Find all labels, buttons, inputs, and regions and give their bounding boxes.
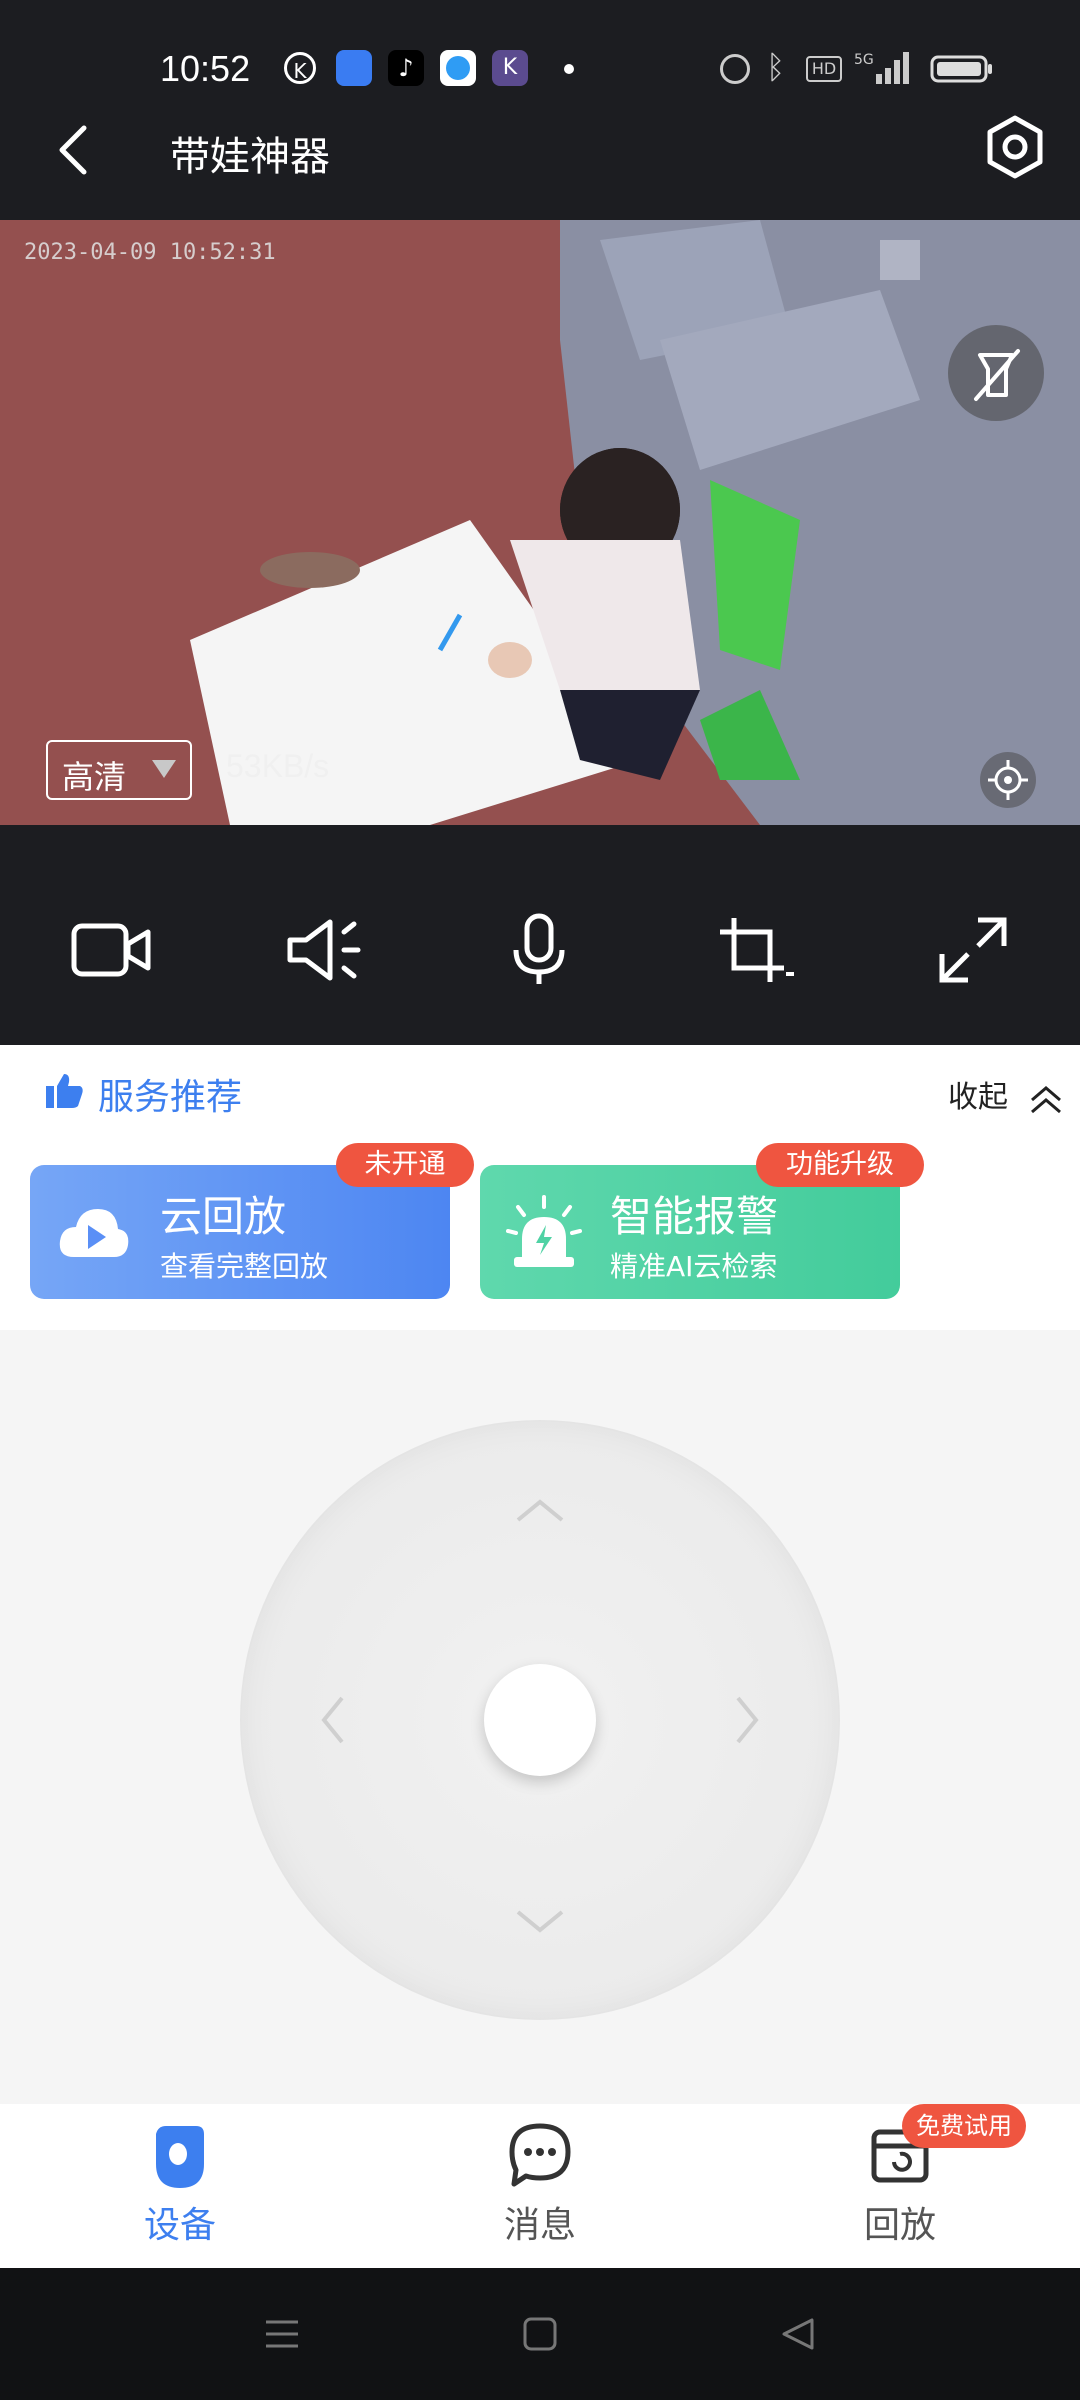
device-camera-icon — [156, 2126, 204, 2188]
record-video-icon — [71, 923, 151, 977]
tiktok-icon: ♪ — [388, 50, 424, 86]
browser-icon — [440, 50, 476, 86]
nav-label-messages: 消息 — [503, 2205, 576, 2246]
video-frame — [0, 220, 1080, 825]
live-video[interactable] — [0, 220, 1080, 825]
alarm-icon — [720, 54, 750, 84]
k-app-icon: K — [492, 50, 528, 86]
microphone-button[interactable] — [494, 910, 584, 990]
flashlight-button[interactable] — [948, 325, 1044, 421]
alarm-light-icon — [504, 1195, 584, 1271]
service-title: 服务推荐 — [98, 1077, 243, 1118]
double-chevron-up-icon — [1030, 1085, 1061, 1113]
quality-label: 高清 — [62, 758, 127, 796]
bluetooth-icon: ᛒ — [766, 48, 786, 86]
flashlight-off-icon — [974, 349, 1020, 401]
triangle-down-icon — [152, 760, 176, 778]
locate-button[interactable] — [980, 752, 1036, 808]
osd-timestamp: 2023-04-09 10:52:31 — [24, 240, 276, 265]
fullscreen-icon — [939, 917, 1007, 983]
card-title: 智能报警 — [610, 1192, 779, 1241]
nav-label-playback: 回放 — [863, 2205, 936, 2246]
speaker-button[interactable] — [280, 910, 370, 990]
card-subtitle: 查看完整回放 — [160, 1250, 329, 1283]
k-circle-icon: K — [284, 52, 316, 84]
5g-signal-icon: 5G — [852, 48, 912, 88]
battery-icon — [930, 54, 994, 84]
left-arrow-icon[interactable] — [318, 1694, 348, 1746]
home-square-icon[interactable] — [520, 2314, 560, 2354]
cloud-play-icon — [56, 1203, 132, 1263]
record-video-button[interactable] — [66, 910, 156, 990]
down-arrow-icon[interactable] — [514, 1906, 566, 1936]
nav-label-device: 设备 — [143, 2205, 216, 2246]
stream-speed: 53KB/s — [226, 748, 330, 784]
svg-text:5G: 5G — [854, 52, 874, 68]
page-title: 带娃神器 — [170, 134, 330, 180]
crop-icon — [720, 918, 794, 982]
top-bar — [0, 0, 1080, 220]
quality-selector[interactable]: 高清 — [46, 740, 192, 800]
speaker-icon — [287, 919, 361, 981]
message-bubble-icon — [509, 2123, 571, 2187]
free-trial-badge: 免费试用 — [902, 2104, 1026, 2148]
status-badge: 未开通 — [336, 1143, 474, 1187]
back-triangle-icon[interactable] — [778, 2314, 818, 2354]
settings-button[interactable] — [980, 112, 1050, 182]
dot-icon — [564, 64, 574, 74]
crop-button[interactable] — [710, 910, 800, 990]
up-arrow-icon[interactable] — [514, 1496, 566, 1526]
ptz-center-button[interactable] — [484, 1664, 596, 1776]
right-arrow-icon[interactable] — [732, 1694, 762, 1746]
chevron-left-icon — [59, 125, 87, 175]
blue-app-icon — [336, 50, 372, 86]
crosshair-icon — [988, 760, 1028, 800]
card-title: 云回放 — [160, 1192, 287, 1241]
thumbs-up-icon — [44, 1070, 84, 1110]
status-badge: 功能升级 — [756, 1143, 924, 1187]
card-subtitle: 精准AI云检索 — [610, 1250, 778, 1283]
menu-lines-icon[interactable] — [262, 2314, 302, 2354]
collapse-button[interactable]: 收起 — [948, 1072, 1066, 1116]
back-button[interactable] — [48, 122, 98, 178]
collapse-label: 收起 — [948, 1080, 1008, 1115]
fullscreen-button[interactable] — [928, 910, 1018, 990]
hd-icon: HD — [806, 56, 842, 82]
status-time: 10:52 — [160, 48, 251, 89]
settings-hex-icon — [987, 115, 1043, 179]
microphone-icon — [513, 913, 565, 984]
